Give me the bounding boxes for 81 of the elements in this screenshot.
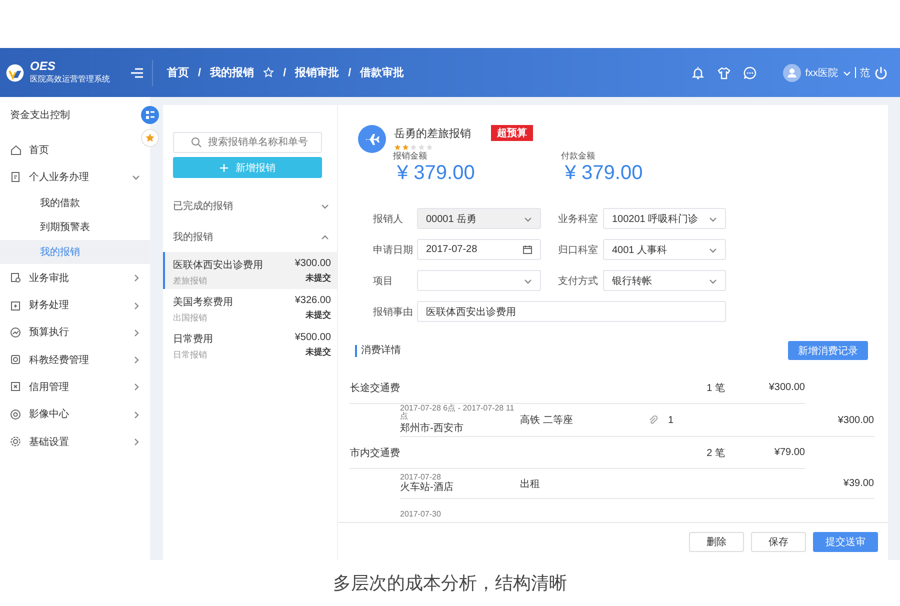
record-count: 2 笔 <box>706 446 725 460</box>
breadcrumb-link[interactable]: 首页 <box>167 65 189 80</box>
category-total: ¥300.00 <box>768 382 805 393</box>
record-mode: 出租 <box>520 478 541 490</box>
item-type: 日常报销 <box>173 350 207 361</box>
item-status: 未提交 <box>306 272 331 284</box>
breadcrumb-link[interactable]: 借款审批 <box>360 65 404 80</box>
section-header[interactable]: 已完成的报销 <box>163 190 337 221</box>
sidebar-title: 资金支出控制 <box>9 108 71 123</box>
expense-list-item[interactable]: 医联体西安出诊费用 差旅报销 ¥300.00 未提交 <box>163 252 337 289</box>
record-time: 2017-07-30 <box>400 510 442 518</box>
field-label: 项目 <box>373 274 394 288</box>
record-route: 郑州市-西安市 <box>400 422 464 435</box>
sidebar-item[interactable]: 预算执行 <box>0 318 150 346</box>
user-name[interactable]: fxx医院 <box>805 66 838 80</box>
user-initial: 范 <box>860 66 870 80</box>
section-heading: 消费详情 <box>355 344 401 356</box>
item-type: 出国报销 <box>173 312 208 324</box>
expense-title: 岳勇的差旅报销 <box>394 126 471 140</box>
sidebar-item[interactable]: 信用管理 <box>0 373 150 401</box>
amount-value: ¥ 379.00 <box>564 163 643 183</box>
sidebar-item[interactable]: 财务处理 <box>0 291 150 319</box>
breadcrumb-separator: / <box>348 66 352 78</box>
sidebar-item[interactable]: 基础设置 <box>0 428 150 456</box>
sidebar-item[interactable]: 影像中心 <box>0 400 150 428</box>
item-title: 日常费用 <box>173 332 213 346</box>
sidebar-subitem[interactable]: 我的借款 <box>0 190 150 216</box>
field-label: 支付方式 <box>558 274 599 288</box>
record-time: 2017-07-28 6点 - 2017-07-28 11 点 <box>400 405 516 421</box>
logo-title: OES <box>30 60 56 72</box>
field-label: 归口科室 <box>558 244 599 256</box>
amount-label: 报销金额 <box>393 150 428 162</box>
breadcrumb-separator: / <box>283 66 286 78</box>
item-status: 未提交 <box>306 309 331 321</box>
expense-list-item[interactable]: 美国考察费用 出国报销 ¥326.00 未提交 <box>163 289 337 326</box>
field-label: 报销事由 <box>373 306 414 318</box>
field-label: 报销人 <box>373 212 404 226</box>
sidebar-item[interactable]: 科教经费管理 <box>0 346 150 374</box>
item-type: 差旅报销 <box>173 276 208 287</box>
breadcrumb-link[interactable]: 我的报销 <box>210 65 254 80</box>
expense-list-item[interactable]: 日常费用 日常报销 ¥500.00 未提交 <box>163 326 337 363</box>
attachment-count: 1 <box>668 414 675 426</box>
item-amount: ¥500.00 <box>294 332 331 343</box>
item-title: 医联体西安出诊费用 <box>173 258 263 272</box>
caption-text: 多层次的成本分析，结构清晰 <box>333 572 567 595</box>
record-mode: 高铁 二等座 <box>520 414 574 427</box>
field-label: 业务科室 <box>558 212 599 226</box>
record-amount: ¥300.00 <box>836 414 874 426</box>
date-field[interactable]: 2017-07-28 <box>417 239 541 260</box>
amount-label: 付款金额 <box>560 150 596 162</box>
section-title: 我的报销 <box>173 230 213 244</box>
over-budget-tag: 超预算 <box>491 125 533 141</box>
breadcrumb-separator: / <box>198 66 202 78</box>
select-field[interactable]: 银行转帐 <box>603 270 726 291</box>
sidebar-item[interactable]: 业务审批 <box>0 264 150 292</box>
record-route: 火车站-酒店 <box>400 480 454 494</box>
section-header[interactable]: 我的报销 <box>163 221 337 252</box>
record-count: 1 笔 <box>706 382 725 394</box>
item-status: 未提交 <box>306 346 331 358</box>
select-field[interactable]: 100201 呼吸科门诊 <box>603 208 726 229</box>
action-button[interactable]: 删除 <box>689 532 744 552</box>
select-field[interactable]: 4001 人事科 <box>603 239 726 260</box>
category-name: 长途交通费 <box>350 382 401 394</box>
search-field[interactable]: 搜索报销单名称和单号 <box>173 132 322 153</box>
breadcrumb-link[interactable]: 报销审批 <box>295 65 340 80</box>
amount-value: ¥ 379.00 <box>397 163 475 183</box>
category-total: ¥79.00 <box>773 447 805 458</box>
section-title: 已完成的报销 <box>173 200 233 212</box>
sidebar-item[interactable]: 个人业务办理 <box>0 163 150 191</box>
sidebar-subitem[interactable]: 到期预警表 <box>0 215 150 240</box>
action-button[interactable]: 保存 <box>751 532 806 552</box>
field-label: 申请日期 <box>373 244 414 256</box>
sidebar-item[interactable]: 首页 <box>0 136 150 164</box>
category-name: 市内交通费 <box>350 446 401 460</box>
record-amount: ¥39.00 <box>842 478 874 489</box>
logo-subtitle: 医院高效运营管理系统 <box>30 74 110 84</box>
item-amount: ¥300.00 <box>294 258 331 269</box>
input-field[interactable]: 医联体西安出诊费用 <box>417 301 726 322</box>
record-time: 2017-07-28 <box>400 474 442 482</box>
item-amount: ¥326.00 <box>294 295 331 306</box>
item-title: 美国考察费用 <box>173 296 233 309</box>
